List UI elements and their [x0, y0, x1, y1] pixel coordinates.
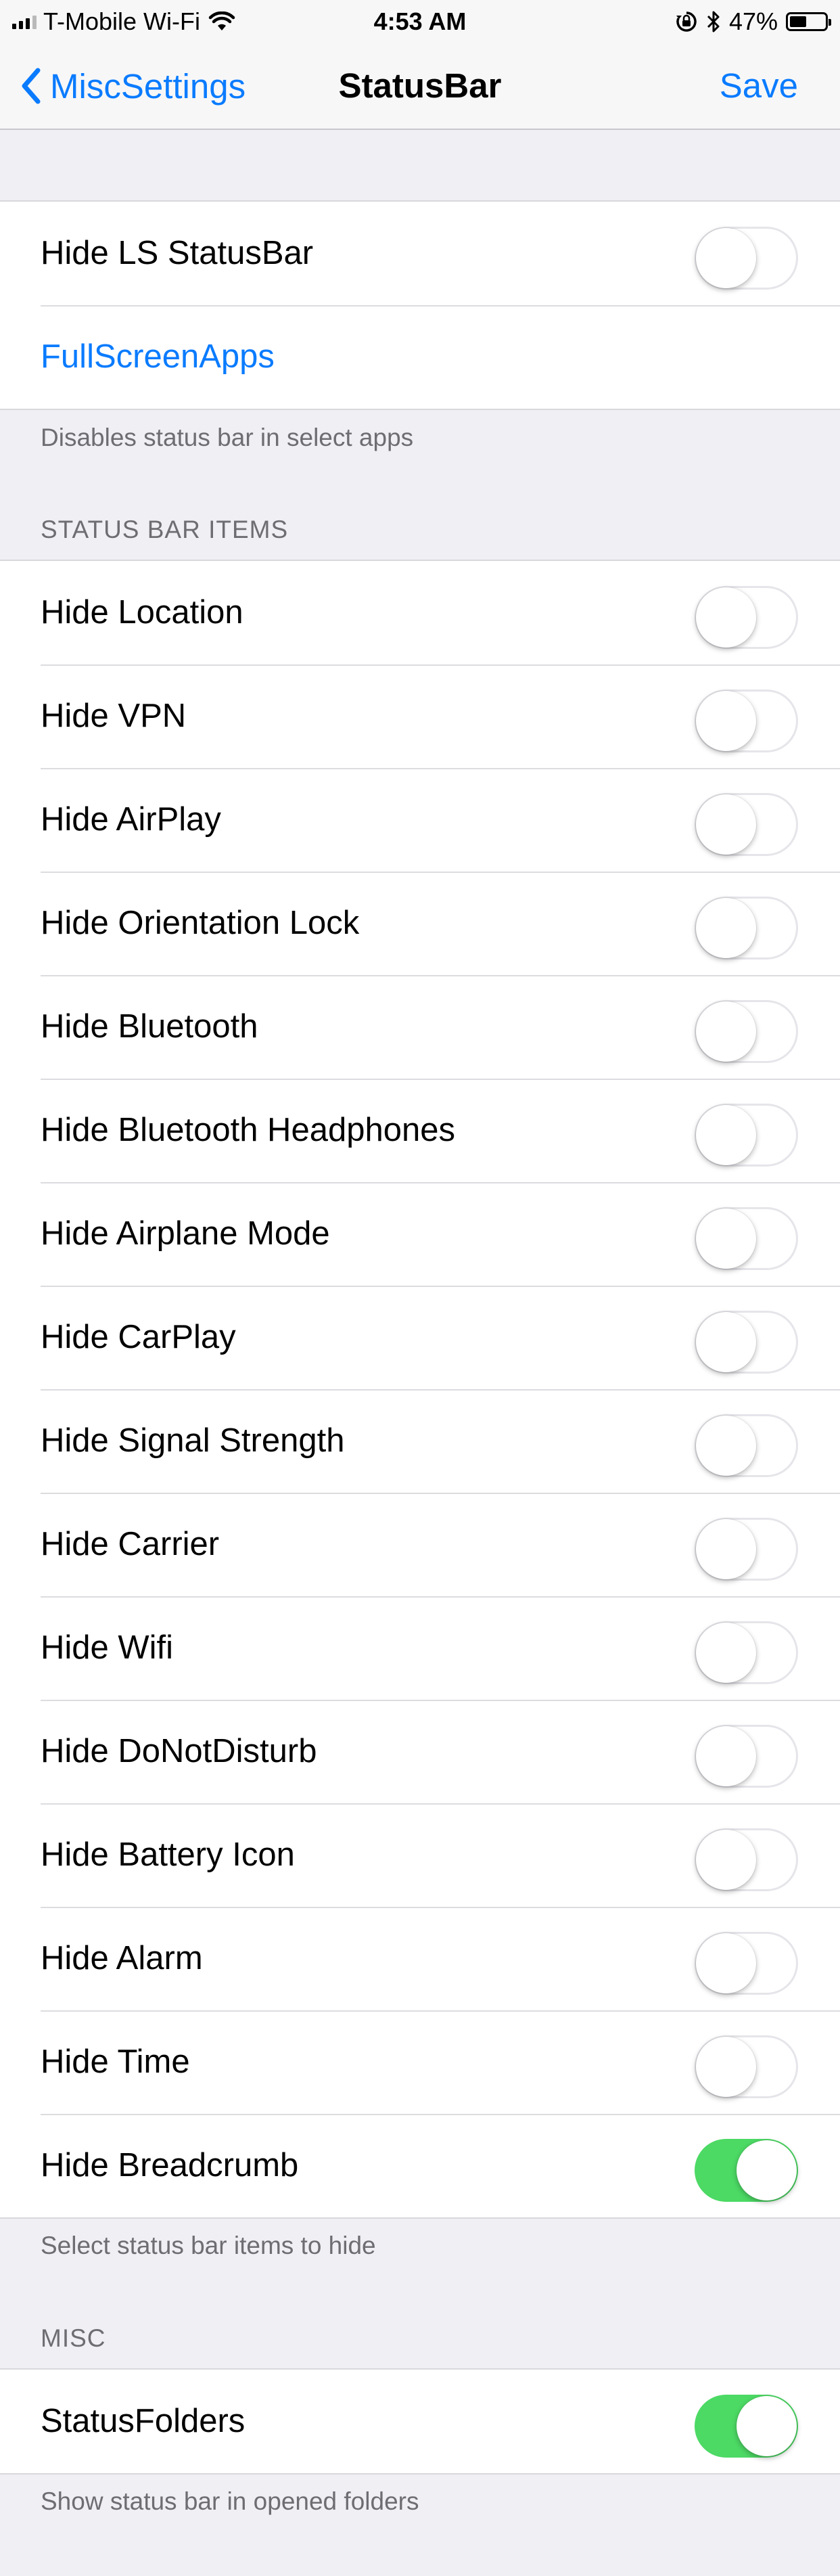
orientation-lock-icon [676, 12, 697, 32]
lockscreen-group: Hide LS StatusBar FullScreenApps [0, 200, 840, 410]
toggle-knob [696, 1416, 756, 1476]
row-label: Hide Alarm [41, 1940, 203, 1976]
hide-breadcrumb-toggle[interactable] [695, 2139, 798, 2202]
hide-orientation-lock-row: Hide Orientation Lock [0, 872, 840, 975]
row-label: Hide Wifi [41, 1629, 174, 1666]
group1-footer: Disables status bar in select apps [41, 424, 414, 451]
hide-airplane-mode-row: Hide Airplane Mode [0, 1182, 840, 1286]
toggle-knob [696, 794, 756, 855]
toggle-knob [696, 1105, 756, 1165]
hide-signal-strength-toggle[interactable] [695, 1414, 798, 1477]
toggle-knob [696, 1312, 756, 1372]
row-label: Hide Bluetooth Headphones [41, 1112, 455, 1148]
hide-alarm-toggle[interactable] [695, 1932, 798, 1995]
status-bar: T-Mobile Wi-Fi 4:53 AM 47% [0, 0, 840, 43]
toggle-knob [696, 1623, 756, 1683]
hide-vpn-row: Hide VPN [0, 664, 840, 768]
misc-group: StatusFolders [0, 2368, 840, 2475]
row-label: Hide VPN [41, 698, 187, 734]
row-label: Hide Time [41, 2043, 190, 2080]
toggle-knob [696, 898, 756, 958]
hide-bluetooth-headphones-toggle[interactable] [695, 1104, 798, 1167]
row-label: Hide Bluetooth [41, 1008, 258, 1045]
hide-donotdisturb-toggle[interactable] [695, 1725, 798, 1788]
row-label: Hide CarPlay [41, 1319, 236, 1355]
hide-time-toggle[interactable] [695, 2035, 798, 2098]
hide-alarm-row: Hide Alarm [0, 1907, 840, 2010]
row-label: Hide Battery Icon [41, 1836, 295, 1873]
toggle-knob [737, 2396, 797, 2456]
status-bar-items-header: STATUS BAR ITEMS [41, 516, 289, 543]
toggle-knob [696, 1933, 756, 1993]
hide-battery-icon-toggle[interactable] [695, 1828, 798, 1891]
status-bar-right: 47% [675, 5, 831, 38]
toggle-knob [696, 1208, 756, 1269]
hide-ls-statusbar-toggle[interactable] [695, 227, 798, 290]
toggle-knob [696, 1726, 756, 1786]
hide-signal-strength-row: Hide Signal Strength [0, 1389, 840, 1493]
navigation-bar: MiscSettings StatusBar Save [0, 43, 840, 130]
misc-header: MISC [41, 2324, 106, 2352]
hide-vpn-toggle[interactable] [695, 690, 798, 752]
statusfolders-row: StatusFolders [0, 2370, 840, 2473]
toggle-knob [696, 587, 756, 648]
bluetooth-icon [707, 11, 720, 32]
hide-airplay-toggle[interactable] [695, 793, 798, 856]
row-label: Hide Location [41, 594, 243, 631]
row-label: Hide Carrier [41, 1526, 220, 1562]
row-label: Hide Airplane Mode [41, 1215, 330, 1252]
hide-location-row: Hide Location [0, 561, 840, 664]
hide-airplane-mode-toggle[interactable] [695, 1207, 798, 1270]
hide-wifi-toggle[interactable] [695, 1621, 798, 1684]
toggle-knob [696, 1001, 756, 1062]
row-label: Hide LS StatusBar [41, 235, 314, 271]
hide-bluetooth-toggle[interactable] [695, 1000, 798, 1063]
fullscreen-apps-link[interactable]: FullScreenApps [41, 305, 275, 409]
hide-donotdisturb-row: Hide DoNotDisturb [0, 1700, 840, 1803]
row-label: Hide AirPlay [41, 801, 221, 838]
toggle-knob [737, 2140, 797, 2200]
row-label: Hide Orientation Lock [41, 905, 360, 941]
hide-carrier-row: Hide Carrier [0, 1493, 840, 1596]
toggle-knob [696, 1830, 756, 1890]
hide-bluetooth-headphones-row: Hide Bluetooth Headphones [0, 1079, 840, 1182]
save-button[interactable]: Save [720, 43, 798, 129]
row-label: Hide Signal Strength [41, 1422, 345, 1459]
hide-carplay-row: Hide CarPlay [0, 1286, 840, 1389]
hide-ls-statusbar-row: Hide LS StatusBar [0, 202, 840, 305]
toggle-knob [696, 691, 756, 751]
toggle-knob [696, 228, 756, 288]
hide-location-toggle[interactable] [695, 586, 798, 649]
page-title: StatusBar [338, 66, 502, 105]
items-footer: Select status bar items to hide [41, 2232, 376, 2259]
misc-footer: Show status bar in opened folders [41, 2487, 419, 2515]
hide-time-row: Hide Time [0, 2010, 840, 2114]
hide-orientation-lock-toggle[interactable] [695, 897, 798, 959]
battery-icon [786, 12, 831, 31]
hide-wifi-row: Hide Wifi [0, 1596, 840, 1700]
status-bar-items-group: Hide Location Hide VPN Hide AirPlay Hide Or… [0, 560, 840, 2219]
row-label: StatusFolders [41, 2403, 246, 2439]
battery-level-fill [790, 16, 806, 27]
hide-carrier-toggle[interactable] [695, 1518, 798, 1581]
hide-bluetooth-row: Hide Bluetooth [0, 975, 840, 1079]
hide-carplay-toggle[interactable] [695, 1311, 798, 1374]
toggle-knob [696, 1519, 756, 1579]
statusfolders-toggle[interactable] [695, 2395, 798, 2458]
row-label: Hide DoNotDisturb [41, 1733, 317, 1769]
battery-percent: 47% [728, 7, 778, 35]
hide-battery-icon-row: Hide Battery Icon [0, 1803, 840, 1907]
fullscreen-apps-row[interactable]: FullScreenApps [0, 305, 840, 409]
toggle-knob [696, 2037, 756, 2097]
hide-airplay-row: Hide AirPlay [0, 768, 840, 872]
hide-breadcrumb-row: Hide Breadcrumb [0, 2114, 840, 2217]
row-label: Hide Breadcrumb [41, 2147, 299, 2184]
